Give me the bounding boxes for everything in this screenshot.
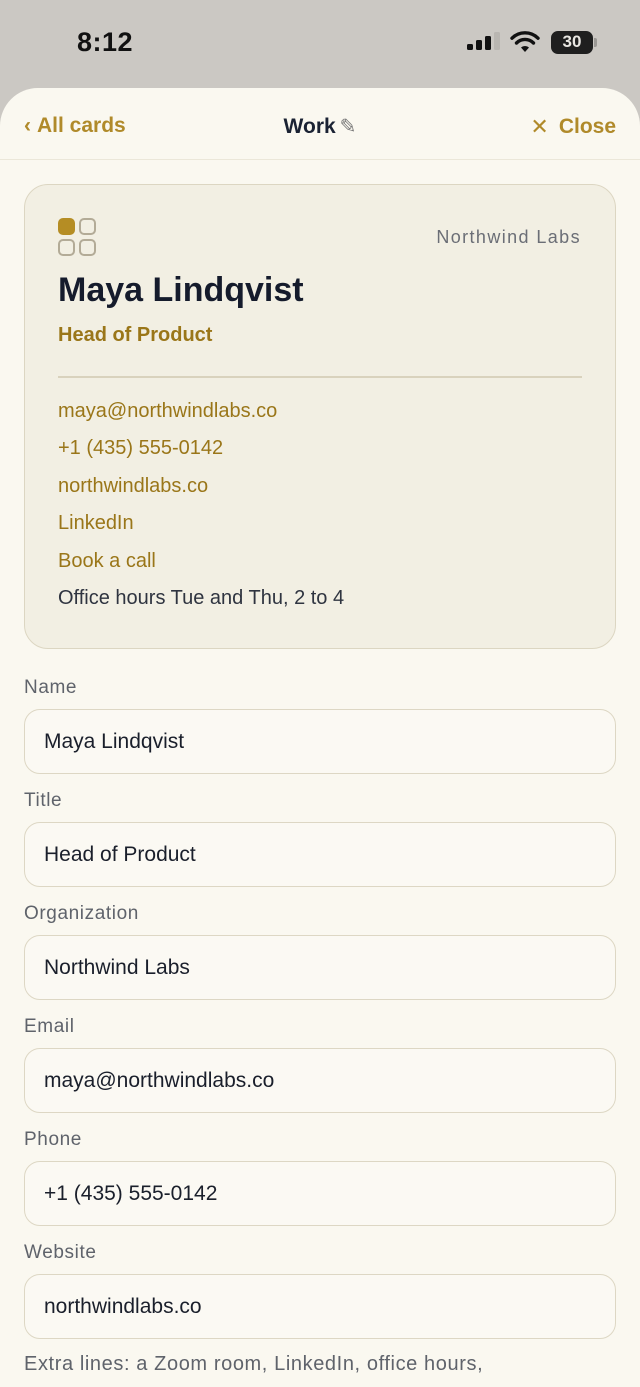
email-input[interactable]: maya@northwindlabs.co	[24, 1048, 616, 1113]
card-title-label: Work	[283, 115, 336, 138]
name-input[interactable]: Maya Lindqvist	[24, 709, 616, 774]
organization-input[interactable]: Northwind Labs	[24, 935, 616, 1000]
title-label: Title	[24, 790, 63, 811]
signal-icon	[467, 32, 500, 50]
website-label: Website	[24, 1242, 97, 1263]
nav-bar: ‹ All cards Work ✎ ✕ Close	[0, 88, 640, 160]
email-field-group: Email maya@northwindlabs.co	[24, 1014, 616, 1127]
pencil-icon[interactable]: ✎	[340, 116, 357, 138]
card-office-hours: Office hours Tue and Thu, 2 to 4	[58, 586, 345, 609]
phone-label: Phone	[24, 1129, 82, 1150]
organization-label: Organization	[24, 903, 139, 924]
extra-lines-hint: Extra lines: a Zoom room, LinkedIn, offi…	[24, 1353, 484, 1375]
card-organization: Northwind Labs	[436, 227, 581, 247]
card-book-call-link[interactable]: Book a call	[58, 550, 344, 587]
organization-field-group: Organization Northwind Labs	[24, 901, 616, 1014]
phone-input[interactable]: +1 (435) 555-0142	[24, 1161, 616, 1226]
close-button-label: Close	[558, 115, 616, 138]
card-job-title: Head of Product	[58, 324, 213, 346]
name-field-group: Name Maya Lindqvist	[24, 675, 616, 788]
card-lines: maya@northwindlabs.co +1 (435) 555-0142 …	[58, 400, 344, 624]
website-input[interactable]: northwindlabs.co	[24, 1274, 616, 1339]
battery-percentage: 30	[562, 32, 582, 51]
card-name: Maya Lindqvist	[58, 271, 304, 309]
phone-field-group: Phone +1 (435) 555-0142	[24, 1127, 616, 1240]
card-preview: Northwind Labs Maya Lindqvist Head of Pr…	[24, 184, 616, 649]
wifi-icon	[510, 31, 540, 52]
card-phone-link[interactable]: +1 (435) 555-0142	[58, 437, 344, 474]
close-button[interactable]: ✕ Close	[530, 114, 616, 140]
title-input[interactable]: Head of Product	[24, 822, 616, 887]
status-bar: 8:12 30	[0, 0, 640, 88]
card-website-link[interactable]: northwindlabs.co	[58, 475, 344, 512]
close-icon: ✕	[530, 114, 549, 139]
edit-card-sheet: ‹ All cards Work ✎ ✕ Close Northwind Labs…	[0, 88, 640, 1387]
name-label: Name	[24, 677, 78, 698]
card-email-link[interactable]: maya@northwindlabs.co	[58, 400, 344, 437]
card-edit-form: Name Maya Lindqvist Title Head of Produc…	[24, 675, 616, 1353]
title-field-group: Title Head of Product	[24, 788, 616, 901]
status-time: 8:12	[77, 27, 134, 57]
battery-icon: 30	[551, 31, 597, 54]
email-label: Email	[24, 1016, 75, 1037]
card-linkedin-link[interactable]: LinkedIn	[58, 512, 344, 549]
card-logo-icon	[58, 218, 98, 258]
card-divider	[58, 376, 582, 378]
website-field-group: Website northwindlabs.co	[24, 1240, 616, 1353]
